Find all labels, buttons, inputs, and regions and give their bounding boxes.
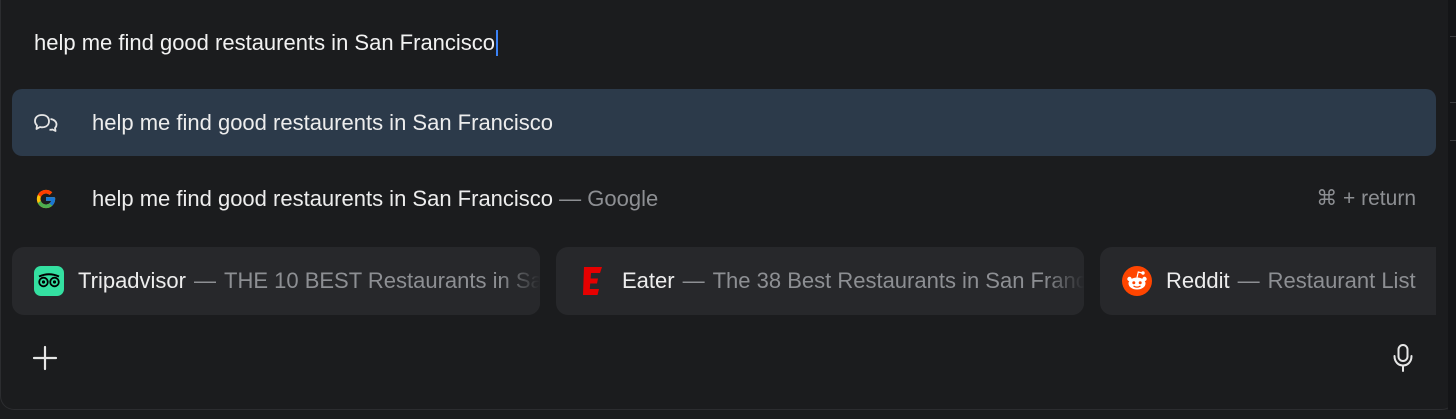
plus-icon	[32, 345, 58, 371]
suggestion-text: help me find good restaurents in San Fra…	[92, 109, 554, 135]
add-button[interactable]	[29, 342, 61, 374]
site-chip-description: The 38 Best Restaurants in San Francisco	[712, 268, 1084, 293]
search-input[interactable]: help me find good restaurents in San Fra…	[34, 27, 499, 59]
site-chip-tripadvisor[interactable]: Tripadvisor — THE 10 BEST Restaurants in…	[12, 247, 540, 315]
site-chip-title: Reddit	[1166, 268, 1230, 293]
site-chip-title: Tripadvisor	[78, 268, 186, 293]
search-query-text[interactable]: help me find good restaurents in San Fra…	[34, 30, 495, 56]
suggestion-assistant[interactable]: help me find good restaurents in San Fra…	[12, 89, 1436, 156]
suggestion-engine-label: — Google	[559, 185, 659, 211]
keyboard-shortcut-hint: ⌘ + return	[1316, 187, 1416, 210]
text-fade	[500, 247, 540, 315]
site-chip-separator: —	[682, 268, 705, 293]
chat-bubbles-icon	[12, 112, 80, 134]
text-caret	[496, 30, 499, 56]
suggestion-text: help me find good restaurents in San Fra…	[92, 185, 659, 211]
site-suggestions: Tripadvisor — THE 10 BEST Restaurants in…	[12, 247, 1436, 315]
search-panel: help me find good restaurents in San Fra…	[0, 0, 1456, 410]
site-chip-title: Eater	[622, 268, 675, 293]
suggestion-google-search[interactable]: help me find good restaurents in San Fra…	[12, 165, 1436, 232]
bottom-toolbar	[1, 330, 1456, 386]
eater-icon	[578, 266, 608, 296]
tripadvisor-icon	[34, 266, 64, 296]
site-chip-eater[interactable]: Eater — The 38 Best Restaurants in San F…	[556, 247, 1084, 315]
site-chip-description: THE 10 BEST Restaurants in San Francisco	[224, 268, 540, 293]
site-chip-reddit[interactable]: Reddit — Restaurant List	[1100, 247, 1436, 315]
microphone-icon	[1393, 344, 1413, 372]
reddit-icon	[1122, 266, 1152, 296]
text-fade	[1044, 247, 1084, 315]
site-chip-description: Restaurant List	[1267, 268, 1416, 293]
voice-input-button[interactable]	[1387, 340, 1419, 376]
site-chip-separator: —	[1237, 268, 1260, 293]
google-icon	[12, 188, 80, 210]
site-chip-separator: —	[194, 268, 216, 293]
scroll-edge	[1448, 0, 1456, 410]
